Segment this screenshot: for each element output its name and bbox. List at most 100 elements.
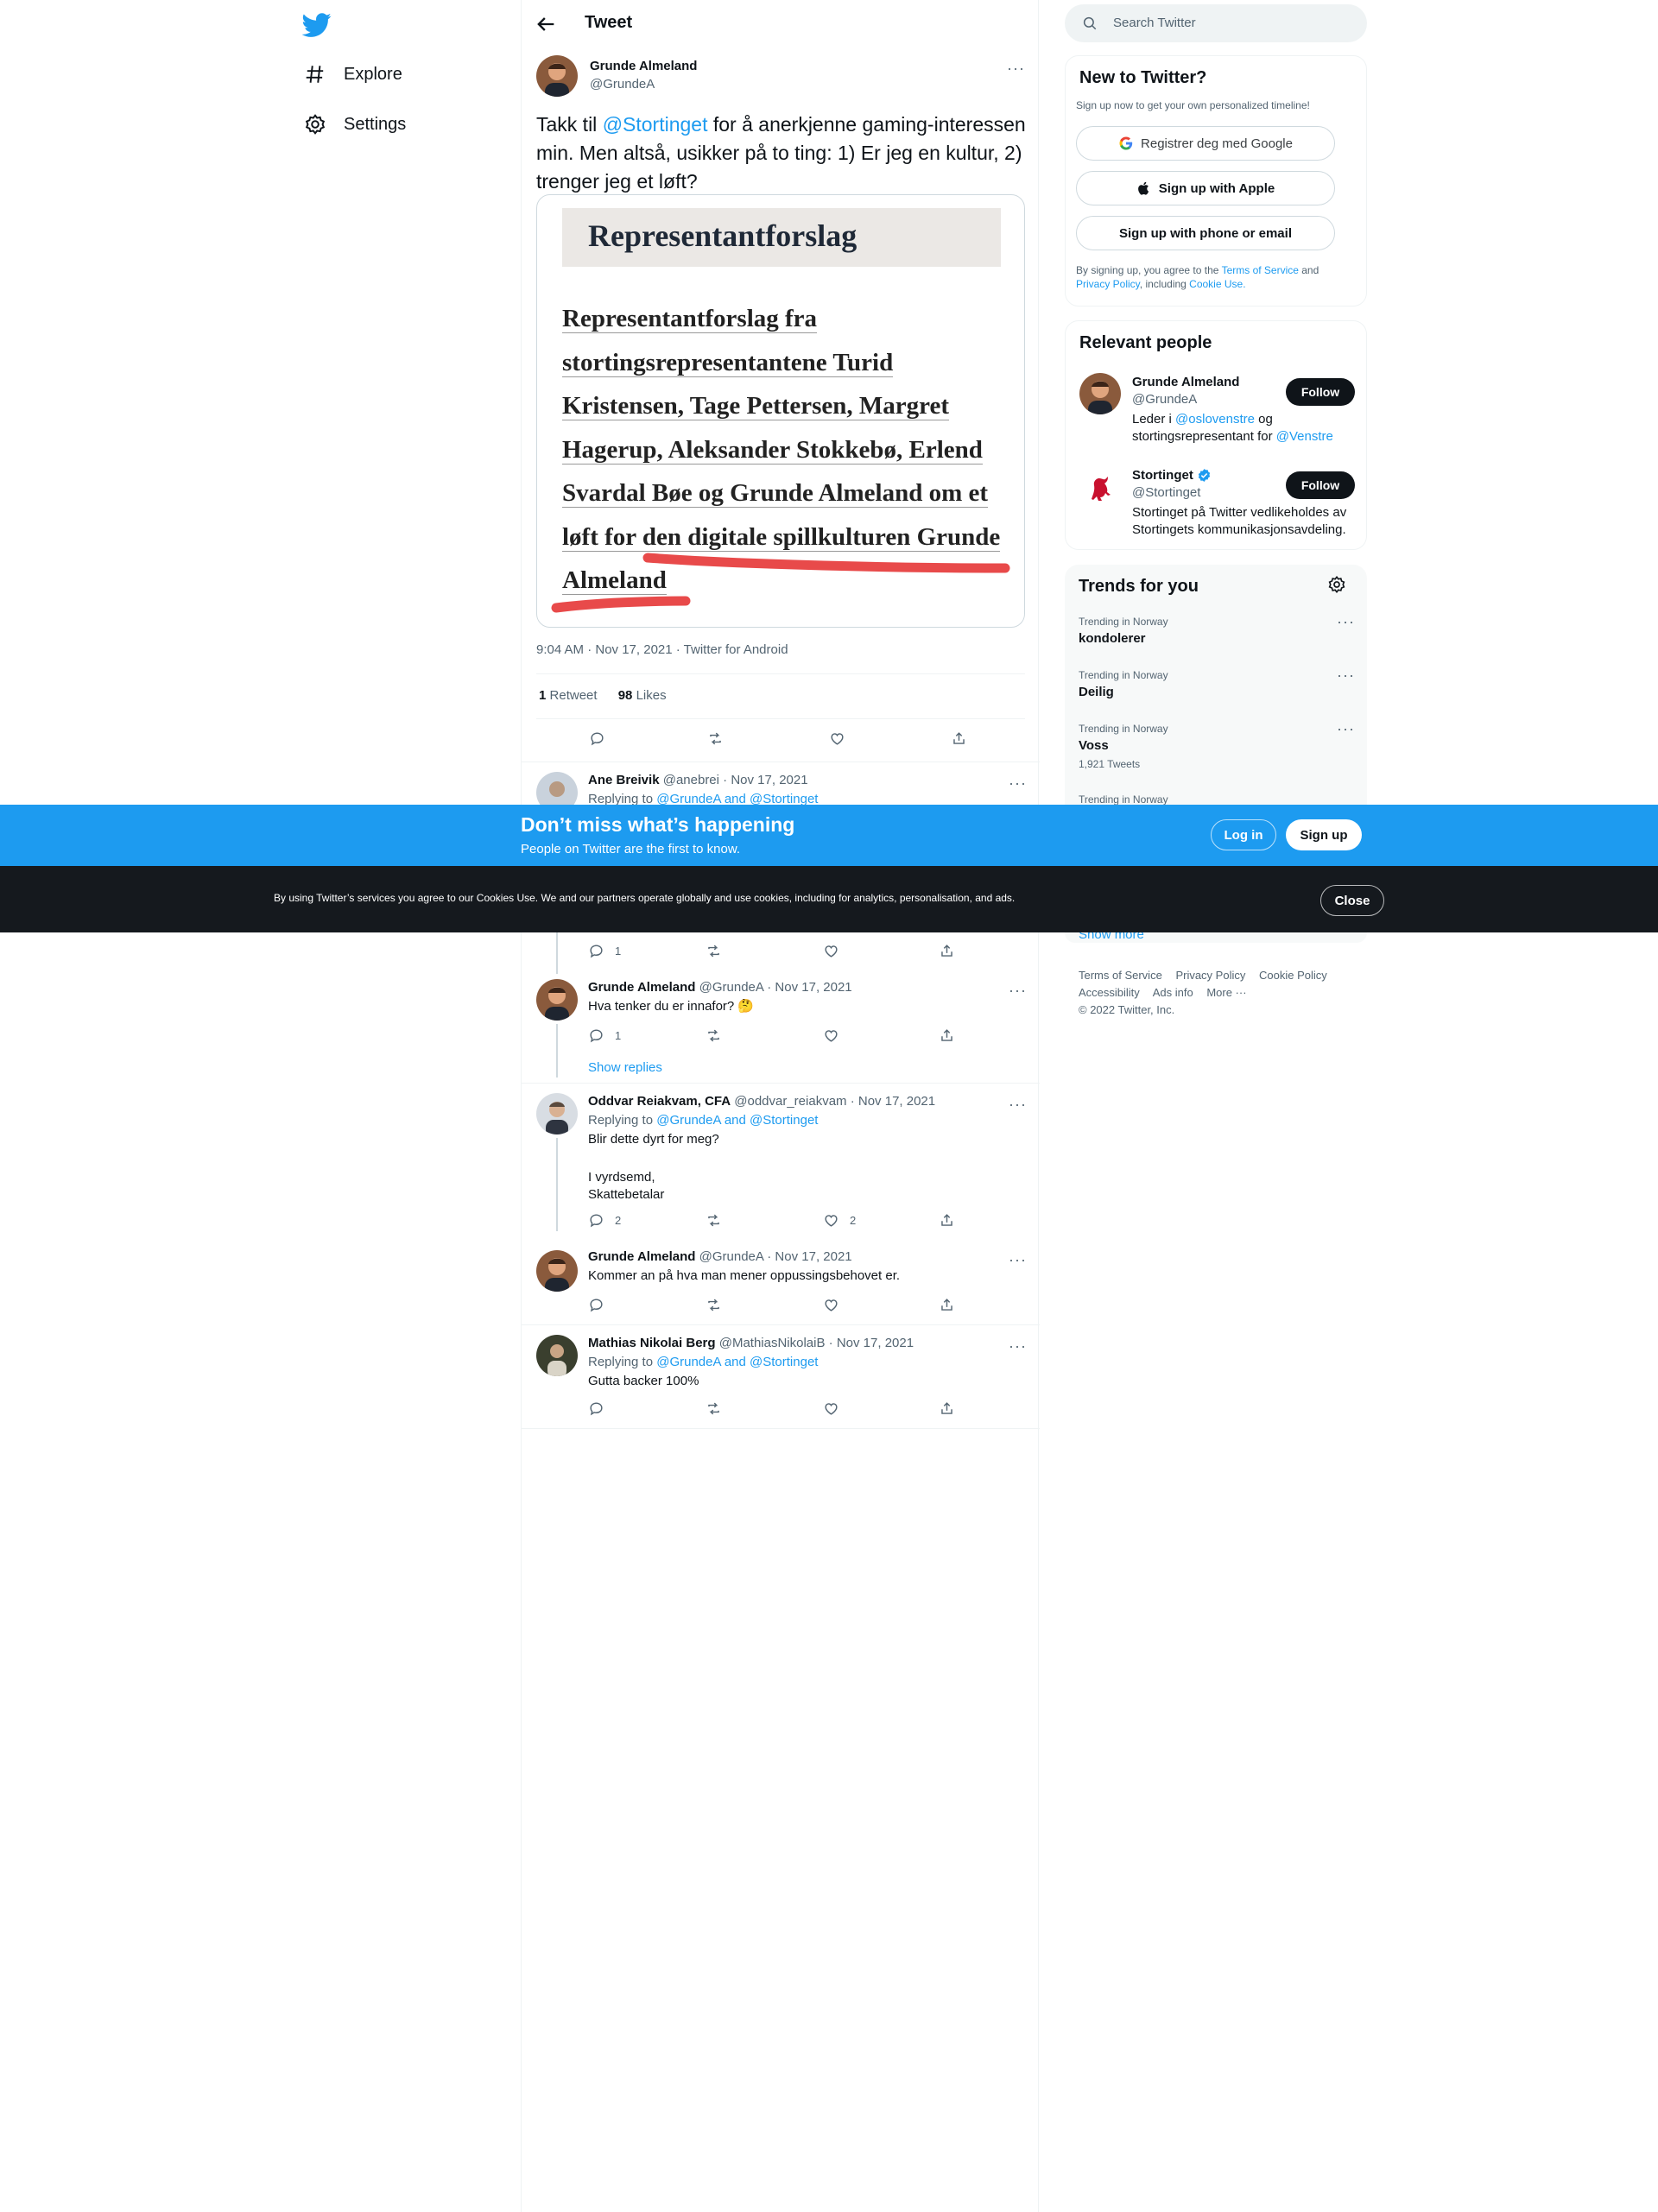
replying-to-link[interactable]: @GrundeA and @Stortinget xyxy=(656,1113,818,1128)
more-icon[interactable]: ··· xyxy=(1009,1252,1027,1267)
trend-item[interactable]: Trending in Norway kondolerer ··· xyxy=(1079,614,1355,646)
like-button[interactable] xyxy=(829,730,845,747)
more-icon[interactable]: ··· xyxy=(1009,1097,1027,1112)
trend-item[interactable]: Trending in Norway Voss 1,921 Tweets ··· xyxy=(1079,721,1355,770)
footer-ads-link[interactable]: Ads info xyxy=(1153,986,1193,999)
trend-item[interactable]: Trending in Norway Deilig ··· xyxy=(1079,667,1355,699)
person-handle[interactable]: @GrundeA xyxy=(1132,392,1197,407)
reply-date[interactable]: · Nov 17, 2021 xyxy=(829,1336,914,1350)
search-input[interactable]: Search Twitter xyxy=(1065,4,1367,42)
privacy-link[interactable]: Privacy Policy xyxy=(1076,278,1140,290)
retweet-button[interactable] xyxy=(706,1297,722,1313)
like-count[interactable]: 98 xyxy=(618,688,633,703)
reply-date[interactable]: · Nov 17, 2021 xyxy=(723,773,807,787)
mention-link[interactable]: @Stortinget xyxy=(603,113,708,136)
reply-tweet[interactable]: Grunde Almeland @GrundeA · Nov 17, 2021 … xyxy=(522,976,1040,1083)
bio-mention-link[interactable]: @Venstre xyxy=(1276,429,1333,444)
more-icon[interactable]: ··· xyxy=(1007,60,1025,76)
reply-author-handle[interactable]: @MathiasNikolaiB xyxy=(719,1336,826,1350)
author-handle[interactable]: @GrundeA xyxy=(590,77,655,92)
person-name-row[interactable]: Stortinget xyxy=(1132,468,1212,483)
bio-mention-link[interactable]: @oslovenstre xyxy=(1175,412,1255,427)
reply-author-handle[interactable]: @anebrei xyxy=(663,773,719,787)
nav-settings[interactable]: Settings xyxy=(304,107,406,142)
reply-tweet[interactable]: Ane Breivik @anebrei · Nov 17, 2021 ··· … xyxy=(522,768,1040,805)
more-icon[interactable]: ··· xyxy=(1337,614,1355,629)
apple-signup-button[interactable]: Sign up with Apple xyxy=(1076,171,1335,205)
cookie-close-button[interactable]: Close xyxy=(1320,885,1384,916)
cookie-link[interactable]: Cookie Use. xyxy=(1189,278,1245,290)
replying-to-link[interactable]: @GrundeA and @Stortinget xyxy=(656,1355,818,1369)
more-icon[interactable]: ··· xyxy=(1337,721,1355,736)
footer-cookie-link[interactable]: Cookie Policy xyxy=(1259,969,1327,982)
share-button[interactable] xyxy=(939,1212,955,1229)
avatar[interactable] xyxy=(536,1250,578,1292)
author-name[interactable]: Grunde Almeland xyxy=(590,59,697,73)
avatar[interactable] xyxy=(536,772,578,805)
reply-date[interactable]: · Nov 17, 2021 xyxy=(767,1249,851,1264)
reply-author-handle[interactable]: @GrundeA xyxy=(699,1249,763,1264)
share-button[interactable] xyxy=(939,943,955,959)
reply-author-name[interactable]: Grunde Almeland xyxy=(588,1249,695,1264)
reply-tweet[interactable]: Mathias Nikolai Berg @MathiasNikolaiB · … xyxy=(522,1330,1040,1426)
share-button[interactable] xyxy=(951,730,967,747)
person-name[interactable]: Stortinget xyxy=(1132,468,1193,483)
reply-author-name[interactable]: Ane Breivik xyxy=(588,773,660,787)
reply-author-handle[interactable]: @GrundeA xyxy=(699,980,763,995)
follow-button[interactable]: Follow xyxy=(1286,471,1355,499)
reply-date[interactable]: · Nov 17, 2021 xyxy=(767,980,851,995)
person-handle[interactable]: @Stortinget xyxy=(1132,485,1200,500)
like-button[interactable] xyxy=(823,1297,839,1313)
reply-tweet[interactable]: Grunde Almeland @GrundeA · Nov 17, 2021 … xyxy=(522,1243,1040,1324)
like-button[interactable] xyxy=(823,943,839,959)
person-item[interactable]: Grunde Almeland @GrundeA Follow Leder i … xyxy=(1066,373,1368,451)
footer-more-link[interactable]: More ··· xyxy=(1206,986,1246,999)
google-signup-button[interactable]: Registrer deg med Google xyxy=(1076,126,1335,161)
avatar[interactable] xyxy=(536,1093,578,1134)
signup-button[interactable]: Sign up xyxy=(1286,819,1362,850)
reply-tweet[interactable]: Oddvar Reiakvam, CFA @oddvar_reiakvam · … xyxy=(522,1090,1040,1233)
like-button[interactable]: 2 xyxy=(823,1212,856,1229)
footer-accessibility-link[interactable]: Accessibility xyxy=(1079,986,1140,999)
share-button[interactable] xyxy=(939,1297,955,1313)
terms-link[interactable]: Terms of Service xyxy=(1222,264,1299,276)
reply-button[interactable]: 2 xyxy=(588,1212,621,1229)
retweet-button[interactable] xyxy=(706,1212,722,1229)
retweet-button[interactable] xyxy=(707,730,724,747)
avatar[interactable] xyxy=(536,1335,578,1376)
share-button[interactable] xyxy=(939,1400,955,1417)
footer-terms-link[interactable]: Terms of Service xyxy=(1079,969,1162,982)
more-icon[interactable]: ··· xyxy=(1337,667,1355,683)
more-icon[interactable]: ··· xyxy=(1009,775,1027,791)
back-arrow-icon[interactable] xyxy=(534,12,558,36)
person-name[interactable]: Grunde Almeland xyxy=(1132,375,1239,389)
reply-button[interactable]: 1 xyxy=(588,1027,621,1044)
retweet-button[interactable] xyxy=(706,1027,722,1044)
login-button[interactable]: Log in xyxy=(1211,819,1276,850)
show-replies-link[interactable]: Show replies xyxy=(588,1059,662,1077)
reply-date[interactable]: · Nov 17, 2021 xyxy=(851,1094,935,1109)
like-label[interactable]: Likes xyxy=(636,688,667,703)
trend-item[interactable]: Trending in Norway xyxy=(1079,793,1355,805)
avatar[interactable] xyxy=(536,979,578,1021)
retweet-button[interactable] xyxy=(706,943,722,959)
tweet-image[interactable]: Representantforslag Representantforslag … xyxy=(536,194,1025,628)
avatar[interactable] xyxy=(536,55,578,97)
phone-signup-button[interactable]: Sign up with phone or email xyxy=(1076,216,1335,250)
twitter-bird-icon[interactable] xyxy=(302,10,332,40)
reply-button[interactable]: 1 xyxy=(588,943,621,959)
stortinget-lion-logo[interactable] xyxy=(1079,466,1121,508)
avatar[interactable] xyxy=(1079,373,1121,414)
reply-button[interactable] xyxy=(588,1297,604,1313)
reply-button[interactable] xyxy=(589,730,605,747)
retweet-button[interactable] xyxy=(706,1400,722,1417)
more-icon[interactable]: ··· xyxy=(1009,1338,1027,1354)
gear-icon[interactable] xyxy=(1327,575,1346,594)
footer-privacy-link[interactable]: Privacy Policy xyxy=(1175,969,1245,982)
reply-author-name[interactable]: Grunde Almeland xyxy=(588,980,695,995)
trends-show-more-link[interactable]: Show more xyxy=(1079,932,1144,942)
nav-explore[interactable]: Explore xyxy=(304,57,402,92)
like-button[interactable] xyxy=(823,1400,839,1417)
person-item[interactable]: Stortinget @Stortinget Follow Stortinget… xyxy=(1066,466,1368,544)
like-button[interactable] xyxy=(823,1027,839,1044)
